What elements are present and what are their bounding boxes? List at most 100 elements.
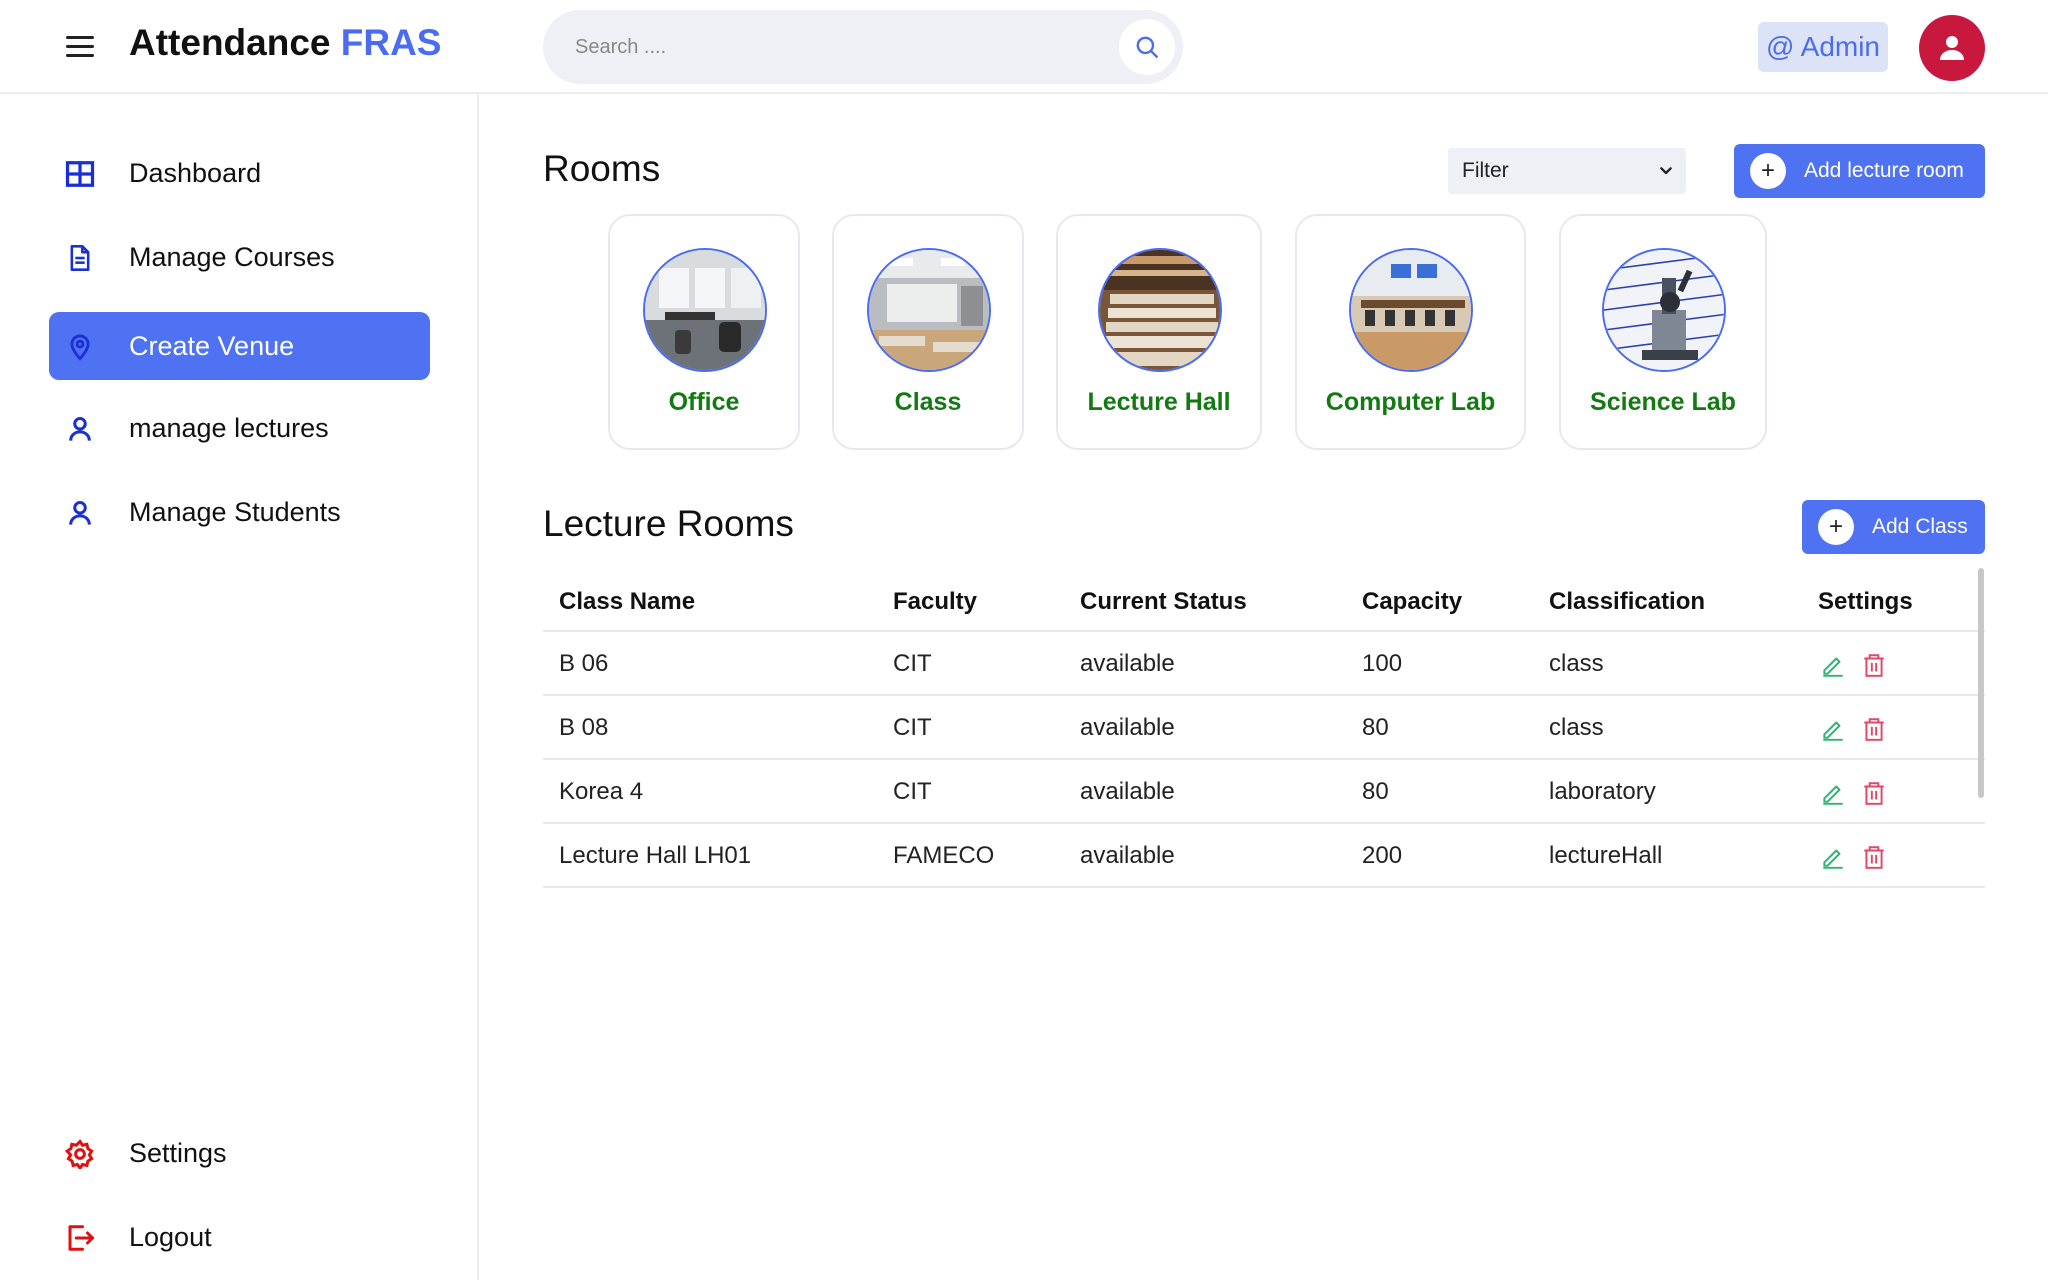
filter-label: Filter: [1462, 159, 1509, 182]
menu-toggle-icon[interactable]: [66, 34, 94, 58]
user-icon: [64, 497, 96, 529]
cell-class-name: B 08: [559, 714, 609, 741]
rooms-title: Rooms: [543, 148, 661, 189]
add-lecture-room-button[interactable]: + Add lecture room: [1734, 144, 1985, 198]
edit-icon[interactable]: [1820, 780, 1846, 806]
sidebar-item-create-venue[interactable]: Create Venue: [49, 312, 430, 380]
cell-class-name: B 06: [559, 650, 609, 677]
sidebar-item-label: Settings: [129, 1137, 227, 1168]
gear-icon: [64, 1138, 96, 1170]
cell-classification: class: [1549, 714, 1604, 741]
office-image: [643, 248, 767, 372]
sidebar-item-label: Manage Students: [129, 496, 341, 527]
sidebar-item-label: Manage Courses: [129, 241, 335, 272]
cell-faculty: CIT: [893, 650, 932, 677]
cell-status: available: [1080, 842, 1175, 869]
top-header: Attendance FRAS @ Admin: [0, 0, 2048, 94]
sidebar-item-dashboard[interactable]: Dashboard: [49, 139, 430, 207]
cell-faculty: FAMECO: [893, 842, 995, 869]
sidebar-item-manage-students[interactable]: Manage Students: [49, 478, 430, 546]
cell-capacity: 80: [1362, 714, 1389, 741]
add-class-label: Add Class: [1872, 515, 1968, 538]
cell-classification: laboratory: [1549, 778, 1656, 805]
app-brand: Attendance FRAS: [129, 22, 442, 64]
sidebar-item-logout[interactable]: Logout: [49, 1203, 430, 1271]
room-label: Science Lab: [1590, 388, 1736, 416]
room-card-science-lab[interactable]: Science Lab: [1559, 214, 1767, 450]
delete-icon[interactable]: [1861, 780, 1887, 806]
add-lecture-room-label: Add lecture room: [1804, 159, 1964, 182]
search-bar: [543, 10, 1183, 84]
edit-icon[interactable]: [1820, 716, 1846, 742]
table-row: B 06 CIT available 100 class: [543, 632, 1985, 696]
map-pin-icon: [64, 331, 96, 363]
cell-status: available: [1080, 714, 1175, 741]
sidebar-item-label: Create Venue: [129, 330, 295, 361]
sidebar-item-manage-lectures[interactable]: manage lectures: [49, 394, 430, 462]
cell-class-name: Korea 4: [559, 778, 644, 805]
column-header[interactable]: Faculty: [893, 588, 977, 616]
room-label: Computer Lab: [1325, 388, 1496, 416]
table-scrollbar[interactable]: [1978, 568, 1984, 798]
table-row: Lecture Hall LH01 FAMECO available 200 l…: [543, 824, 1985, 888]
search-input[interactable]: [575, 30, 1095, 64]
sidebar-item-manage-courses[interactable]: Manage Courses: [49, 223, 430, 291]
delete-icon[interactable]: [1861, 716, 1887, 742]
lecture-rooms-table: Class Name Faculty Current Status Capaci…: [543, 568, 1985, 888]
cell-class-name: Lecture Hall LH01: [559, 842, 752, 869]
brand-accent: FRAS: [340, 22, 442, 63]
logout-icon: [64, 1222, 96, 1254]
brand-main: Attendance: [129, 22, 331, 63]
class-image: [867, 248, 991, 372]
document-icon: [64, 242, 96, 274]
lecture-hall-image: [1098, 248, 1222, 372]
user-icon: [64, 413, 96, 445]
cell-faculty: CIT: [893, 714, 932, 741]
room-card-lecture-hall[interactable]: Lecture Hall: [1056, 214, 1262, 450]
sidebar-item-label: Dashboard: [129, 157, 262, 188]
cell-capacity: 80: [1362, 778, 1389, 805]
table-header: Class Name Faculty Current Status Capaci…: [543, 568, 1985, 632]
delete-icon[interactable]: [1861, 844, 1887, 870]
plus-icon: +: [1750, 153, 1786, 189]
column-header[interactable]: Settings: [1818, 588, 1913, 616]
room-label: Class: [894, 388, 962, 416]
column-header[interactable]: Capacity: [1362, 588, 1462, 616]
cell-capacity: 100: [1362, 650, 1403, 677]
plus-icon: +: [1818, 509, 1854, 545]
cell-classification: lectureHall: [1549, 842, 1663, 869]
search-button[interactable]: [1119, 19, 1175, 75]
edit-icon[interactable]: [1820, 652, 1846, 678]
user-avatar-icon: [1940, 36, 1964, 60]
search-icon: [1136, 36, 1158, 58]
column-header[interactable]: Class Name: [559, 588, 695, 616]
sidebar-item-label: manage lectures: [129, 412, 329, 443]
add-class-button[interactable]: + Add Class: [1802, 500, 1985, 554]
room-label: Office: [668, 388, 740, 416]
delete-icon[interactable]: [1861, 652, 1887, 678]
cell-faculty: CIT: [893, 778, 932, 805]
cell-status: available: [1080, 650, 1175, 677]
edit-icon[interactable]: [1820, 844, 1846, 870]
cell-capacity: 200: [1362, 842, 1403, 869]
filter-dropdown[interactable]: Filter: [1448, 148, 1686, 194]
chevron-down-icon: [1660, 167, 1672, 175]
table-row: Korea 4 CIT available 80 laboratory: [543, 760, 1985, 824]
table-row: B 08 CIT available 80 class: [543, 696, 1985, 760]
lecture-rooms-title: Lecture Rooms: [543, 503, 794, 544]
room-card-class[interactable]: Class: [832, 214, 1024, 450]
sidebar: Dashboard Manage Courses Create Venue ma…: [0, 94, 479, 1280]
room-card-office[interactable]: Office: [608, 214, 800, 450]
column-header[interactable]: Classification: [1549, 588, 1705, 616]
grid-icon: [64, 158, 96, 190]
sidebar-item-settings[interactable]: Settings: [49, 1119, 430, 1187]
sidebar-item-label: Logout: [129, 1221, 212, 1252]
science-lab-image: [1602, 248, 1726, 372]
room-card-computer-lab[interactable]: Computer Lab: [1295, 214, 1526, 450]
room-label: Lecture Hall: [1087, 388, 1231, 416]
cell-classification: class: [1549, 650, 1604, 677]
user-avatar[interactable]: [1919, 15, 1985, 81]
computer-lab-image: [1349, 248, 1473, 372]
column-header[interactable]: Current Status: [1080, 588, 1247, 616]
admin-badge[interactable]: @ Admin: [1758, 22, 1888, 72]
